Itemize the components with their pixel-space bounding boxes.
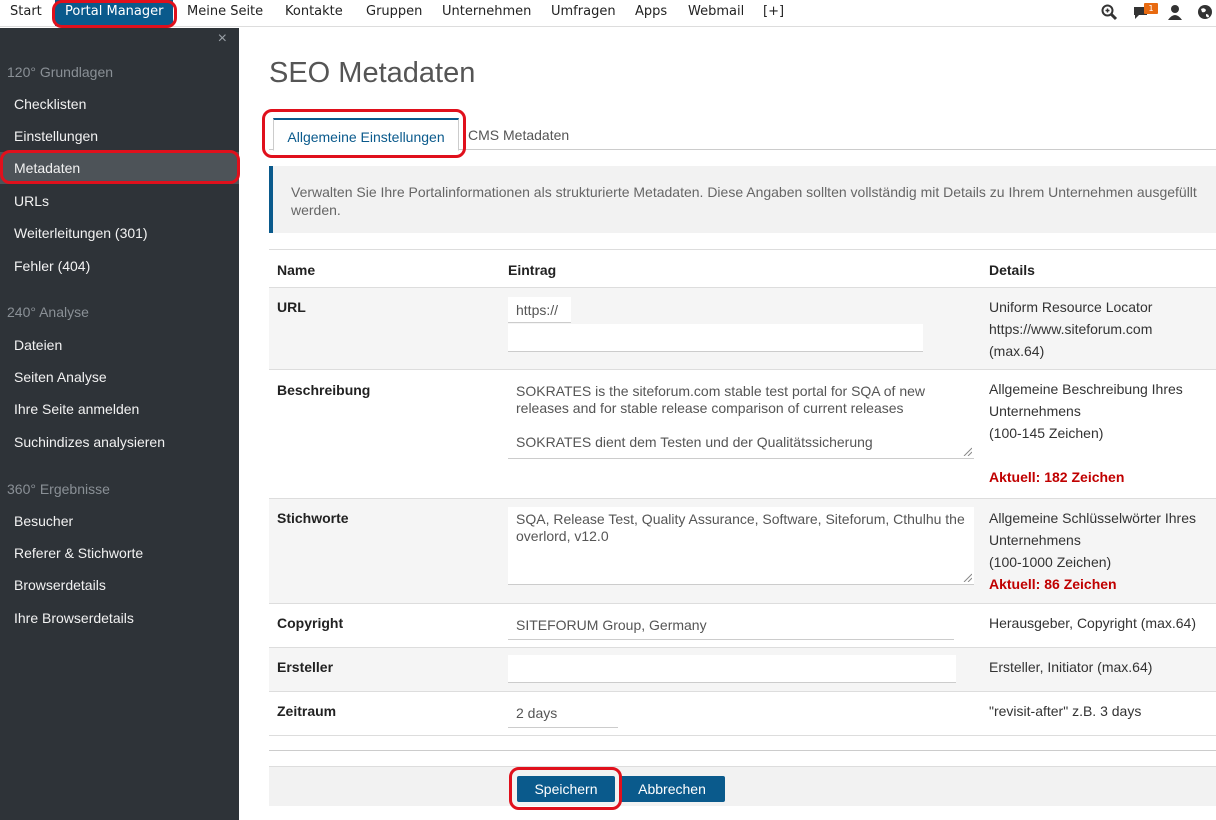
sidebar-item-metadaten[interactable]: Metadaten: [0, 152, 239, 184]
ersteller-input[interactable]: [508, 655, 956, 683]
globe-icon[interactable]: [1196, 3, 1214, 21]
sidebar-section-ergebnisse: 360° Ergebnisse: [7, 481, 110, 497]
top-navigation: Start Portal Manager Meine Seite Kontakt…: [0, 0, 1216, 27]
table-row-zeitraum: Zeitraum 2 days "revisit-after" z.B. 3 d…: [269, 691, 1216, 736]
stichworte-details: Allgemeine Schlüsselwörter Ihres Unterne…: [989, 507, 1216, 595]
beschreibung-details-line2: (100-145 Zeichen): [989, 425, 1104, 441]
stichworte-details-line2: (100-1000 Zeichen): [989, 554, 1112, 570]
row-label-url: URL: [277, 299, 306, 315]
resize-grip-icon[interactable]: [962, 446, 972, 456]
sidebar-item-referer[interactable]: Referer & Stichworte: [0, 537, 239, 569]
stichworte-details-line1: Allgemeine Schlüsselwörter Ihres Unterne…: [989, 510, 1196, 548]
beschreibung-textarea[interactable]: SOKRATES is the siteforum.com stable tes…: [508, 379, 974, 459]
search-zoom-icon[interactable]: [1100, 3, 1118, 21]
row-label-zeitraum: Zeitraum: [277, 703, 337, 719]
beschreibung-text-line2: SOKRATES dient dem Testen und der Qualit…: [516, 434, 873, 450]
sidebar-close-icon[interactable]: ×: [218, 30, 227, 48]
cancel-button[interactable]: Abbrechen: [619, 776, 725, 802]
sidebar-item-seite-anmelden[interactable]: Ihre Seite anmelden: [0, 393, 239, 425]
nav-umfragen[interactable]: Umfragen: [547, 0, 620, 26]
header-details: Details: [989, 262, 1035, 278]
sidebar-item-ihre-browserdetails[interactable]: Ihre Browserdetails: [0, 602, 239, 634]
nav-portal-manager[interactable]: Portal Manager: [55, 0, 174, 26]
sidebar-item-besucher[interactable]: Besucher: [0, 505, 239, 537]
sidebar-item-fehler[interactable]: Fehler (404): [0, 250, 239, 282]
url-prefix: https://: [508, 297, 571, 323]
user-icon[interactable]: [1166, 3, 1184, 21]
ersteller-details: Ersteller, Initiator (max.64): [989, 659, 1153, 675]
row-label-copyright: Copyright: [277, 615, 344, 631]
save-button[interactable]: Speichern: [517, 776, 615, 802]
nav-gruppen[interactable]: Gruppen: [362, 0, 426, 26]
row-label-beschreibung: Beschreibung: [277, 382, 371, 398]
beschreibung-details-line1: Allgemeine Beschreibung Ihres Unternehme…: [989, 381, 1183, 419]
table-row-beschreibung: Beschreibung SOKRATES is the siteforum.c…: [269, 369, 1216, 498]
sidebar-item-dateien[interactable]: Dateien: [0, 329, 239, 361]
sidebar-item-urls[interactable]: URLs: [0, 185, 239, 217]
sidebar-item-suchindizes[interactable]: Suchindizes analysieren: [0, 426, 239, 458]
tab-allgemeine-einstellungen[interactable]: Allgemeine Einstellungen: [273, 118, 459, 151]
page-title: SEO Metadaten: [269, 57, 476, 89]
nav-apps[interactable]: Apps: [631, 0, 671, 26]
table-header: Name Eintrag Details: [269, 249, 1216, 287]
sidebar: × 120° Grundlagen Checklisten Einstellun…: [0, 28, 239, 820]
tab-cms-metadaten[interactable]: CMS Metadaten: [468, 118, 569, 150]
form-divider: [269, 750, 1216, 751]
nav-start[interactable]: Start: [6, 0, 46, 26]
beschreibung-char-warning: Aktuell: 182 Zeichen: [989, 469, 1125, 485]
button-bar: Speichern Abbrechen: [269, 766, 1216, 806]
table-row-copyright: Copyright SITEFORUM Group, Germany Herau…: [269, 603, 1216, 647]
tab-bar: Allgemeine Einstellungen CMS Metadaten: [269, 118, 1216, 151]
url-details-line2: https://www.siteforum.com: [989, 321, 1153, 337]
row-label-stichworte: Stichworte: [277, 510, 349, 526]
row-label-ersteller: Ersteller: [277, 659, 334, 675]
beschreibung-text-line1: SOKRATES is the siteforum.com stable tes…: [516, 383, 926, 416]
copyright-details: Herausgeber, Copyright (max.64): [989, 615, 1196, 631]
nav-meine-seite[interactable]: Meine Seite: [183, 0, 267, 26]
stichworte-text: SQA, Release Test, Quality Assurance, So…: [516, 511, 965, 544]
resize-grip-icon[interactable]: [962, 572, 972, 582]
sidebar-section-analyse: 240° Analyse: [7, 304, 89, 320]
stichworte-char-warning: Aktuell: 86 Zeichen: [989, 576, 1117, 592]
zeitraum-details: "revisit-after" z.B. 3 days: [989, 703, 1142, 719]
header-entry: Eintrag: [508, 262, 557, 278]
nav-unternehmen[interactable]: Unternehmen: [438, 0, 535, 26]
sidebar-item-browserdetails[interactable]: Browserdetails: [0, 569, 239, 601]
stichworte-textarea[interactable]: SQA, Release Test, Quality Assurance, So…: [508, 507, 974, 585]
notification-badge: 1: [1144, 3, 1158, 14]
sidebar-section-grundlagen: 120° Grundlagen: [7, 64, 114, 80]
nav-add[interactable]: [+]: [759, 0, 788, 26]
zeitraum-input[interactable]: 2 days: [508, 700, 618, 728]
sidebar-item-checklisten[interactable]: Checklisten: [0, 88, 239, 120]
table-row-stichworte: Stichworte SQA, Release Test, Quality As…: [269, 498, 1216, 603]
url-details-line3: (max.64): [989, 343, 1045, 359]
info-box: Verwalten Sie Ihre Portalinformationen a…: [269, 166, 1216, 233]
table-row-ersteller: Ersteller Ersteller, Initiator (max.64): [269, 647, 1216, 691]
nav-webmail[interactable]: Webmail: [684, 0, 748, 26]
copyright-input[interactable]: SITEFORUM Group, Germany: [508, 612, 954, 640]
url-details-line1: Uniform Resource Locator: [989, 299, 1153, 315]
url-input[interactable]: [508, 324, 923, 352]
sidebar-item-einstellungen[interactable]: Einstellungen: [0, 120, 239, 152]
url-details: Uniform Resource Locator https://www.sit…: [989, 296, 1216, 362]
table-row-url: URL https:// Uniform Resource Locator ht…: [269, 287, 1216, 369]
sidebar-item-weiterleitungen[interactable]: Weiterleitungen (301): [0, 217, 239, 249]
beschreibung-details: Allgemeine Beschreibung Ihres Unternehme…: [989, 378, 1216, 488]
nav-kontakte[interactable]: Kontakte: [281, 0, 347, 26]
header-name: Name: [277, 262, 316, 278]
sidebar-item-seiten-analyse[interactable]: Seiten Analyse: [0, 361, 239, 393]
